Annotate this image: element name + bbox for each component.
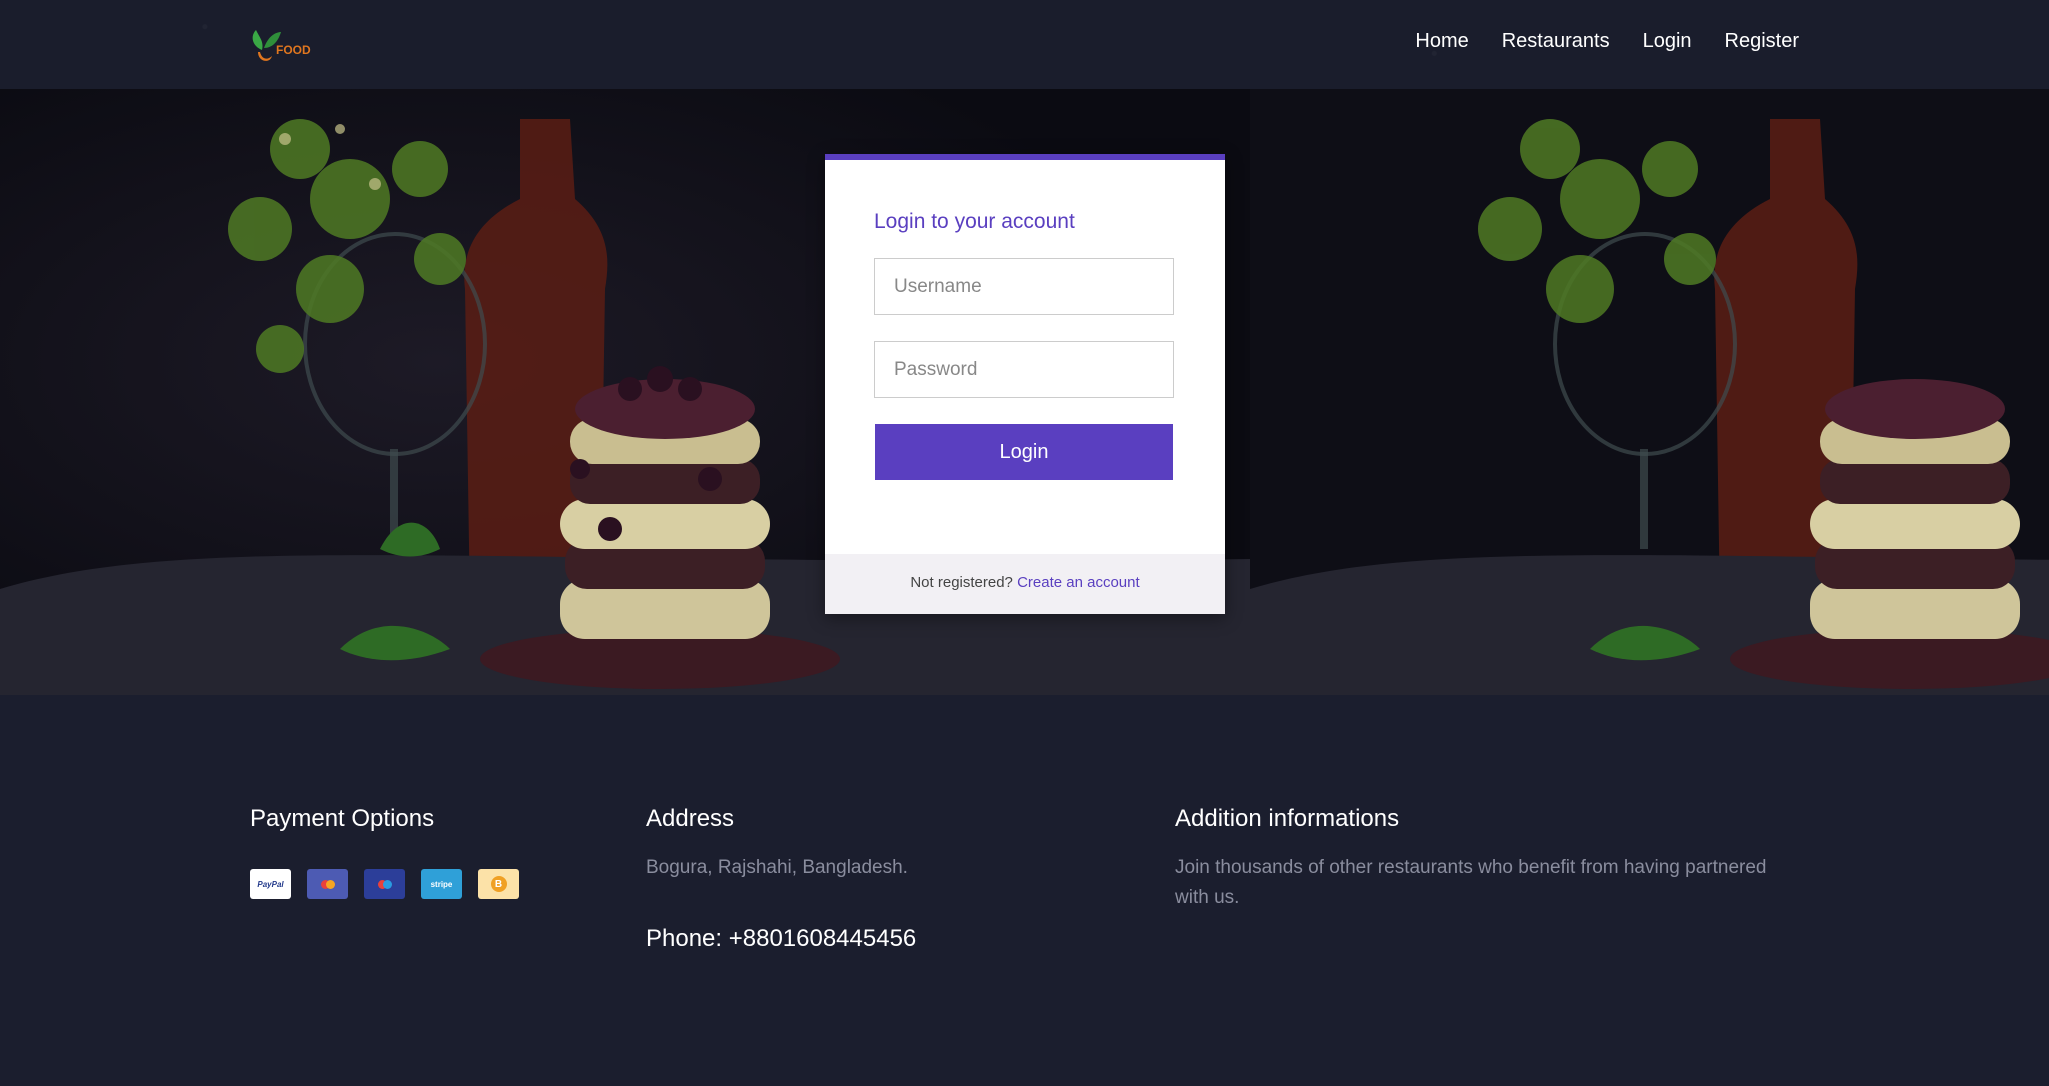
additional-info-heading: Addition informations: [1175, 805, 1400, 832]
bitcoin-icon: B: [478, 869, 519, 899]
payment-methods: PayPal stripe B: [250, 869, 519, 899]
nav-login[interactable]: Login: [1643, 30, 1692, 53]
maestro-icon: [364, 869, 405, 899]
login-card-footer: Not registered? Create an account: [825, 554, 1225, 614]
paypal-label: PayPal: [257, 879, 284, 889]
address-heading: Address: [646, 805, 735, 832]
bitcoin-label: B: [490, 876, 507, 892]
nav-restaurants[interactable]: Restaurants: [1502, 30, 1610, 53]
address-text: Bogura, Rajshahi, Bangladesh.: [646, 857, 908, 878]
create-account-link[interactable]: Create an account: [1017, 574, 1140, 591]
stripe-label: stripe: [430, 879, 453, 889]
login-card: Login to your account Login Not register…: [825, 154, 1225, 614]
password-input[interactable]: [874, 341, 1174, 398]
additional-info-text: Join thousands of other restaurants who …: [1175, 857, 1767, 908]
logo-text: FOOD: [276, 43, 311, 57]
not-registered-text: Not registered?: [910, 574, 1013, 591]
payment-options-heading: Payment Options: [250, 805, 435, 832]
mastercard-icon: [307, 869, 348, 899]
username-input[interactable]: [874, 258, 1174, 315]
hero-image-repeat: [1250, 89, 2049, 695]
paypal-icon: PayPal: [250, 869, 291, 899]
phone-number: Phone: +8801608445456: [646, 925, 917, 952]
login-button[interactable]: Login: [875, 424, 1173, 480]
stripe-icon: stripe: [421, 869, 462, 899]
site-logo[interactable]: FOOD: [248, 24, 320, 68]
login-title: Login to your account: [874, 210, 1075, 233]
site-footer: Payment Options PayPal stripe B Address …: [0, 695, 2049, 1086]
nav-home[interactable]: Home: [1415, 30, 1468, 53]
main-nav: Home Restaurants Login Register: [1382, 30, 1799, 53]
site-header: FOOD Home Restaurants Login Register: [0, 0, 2049, 89]
nav-register[interactable]: Register: [1725, 30, 1799, 53]
